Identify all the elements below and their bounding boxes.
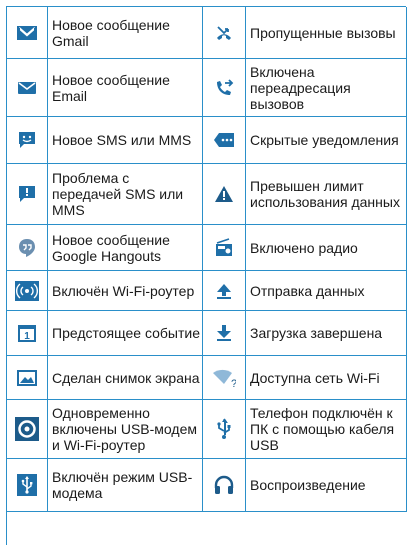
radio-icon [203, 225, 246, 271]
notification-label: Включено радио [246, 225, 407, 271]
notification-label: Предстоящее событие [48, 311, 203, 356]
usb-connected-icon [203, 400, 246, 459]
upload-icon [203, 271, 246, 311]
notification-label: Телефон подключён к ПК с помощью кабеля … [246, 400, 407, 459]
missed-call-icon [203, 7, 246, 59]
notification-label: Включён Wi-Fi-роутер [48, 271, 203, 311]
notification-label: Пропущенные вызовы [246, 7, 407, 59]
usb-wifi-tethering-icon [7, 400, 48, 459]
headphones-icon [203, 459, 246, 512]
notification-label: Новое SMS или MMS [48, 117, 203, 164]
svg-text:?: ? [231, 378, 236, 388]
notification-label: Включён режим USB-модема [48, 459, 203, 512]
wifi-hotspot-icon [7, 271, 48, 311]
notification-label: Воспроизведение [246, 459, 407, 512]
screenshot-icon [7, 356, 48, 400]
sms-error-icon [7, 164, 48, 225]
more-notifications-icon [203, 117, 246, 164]
notification-label: Доступна сеть Wi-Fi [246, 356, 407, 400]
notification-label: Новое сообщение Email [48, 59, 203, 117]
notification-label: Загрузка завершена [246, 311, 407, 356]
warning-icon [203, 164, 246, 225]
wifi-available-icon: ? [203, 356, 246, 400]
notification-icons-table: Новое сообщение Gmail Пропущенные вызовы… [6, 6, 407, 545]
download-icon [203, 311, 246, 356]
svg-text:1: 1 [24, 331, 30, 342]
notification-label: Новое сообщение Gmail [48, 7, 203, 59]
notification-label: Отправка данных [246, 271, 407, 311]
usb-tethering-icon [7, 459, 48, 512]
notification-label: Скрытые уведомления [246, 117, 407, 164]
notification-label: Проблема с передачей SMS или MMS [48, 164, 203, 225]
notification-label: Новое сообщение Google Hangouts [48, 225, 203, 271]
notification-label: Включена переадресация вызовов [246, 59, 407, 117]
email-icon [7, 59, 48, 117]
notification-label: Сделан снимок экрана [48, 356, 203, 400]
notification-label: Превышен лимит использования данных [246, 164, 407, 225]
notification-label: Одновременно включены USB-модем и Wi-Fi-… [48, 400, 203, 459]
call-forward-icon [203, 59, 246, 117]
hangouts-icon [7, 225, 48, 271]
sms-icon [7, 117, 48, 164]
gmail-icon [7, 7, 48, 59]
calendar-icon: 1 [7, 311, 48, 356]
